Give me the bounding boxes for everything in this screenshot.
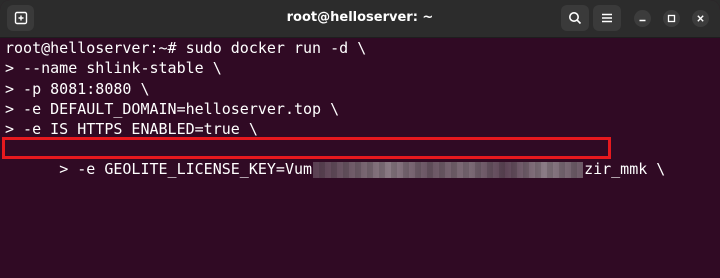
minimize-button[interactable] bbox=[634, 10, 651, 27]
search-icon bbox=[569, 12, 582, 25]
terminal-line: > -e IS_HTTPS_ENABLED=true \ bbox=[5, 120, 258, 138]
maximize-icon bbox=[667, 14, 676, 23]
scrollbar[interactable] bbox=[714, 38, 720, 278]
title-bar: root@helloserver: ~ bbox=[0, 0, 720, 38]
close-button[interactable] bbox=[692, 10, 709, 27]
highlight-box bbox=[2, 137, 611, 159]
menu-button[interactable] bbox=[593, 5, 621, 31]
license-key-suffix: zir_mmk \ bbox=[584, 160, 666, 178]
close-icon bbox=[697, 15, 704, 22]
terminal-line: > -e DEFAULT_DOMAIN=helloserver.top \ bbox=[5, 100, 340, 118]
terminal-line: > -p 8081:8080 \ bbox=[5, 80, 150, 98]
terminal-line: > --name shlink-stable \ bbox=[5, 59, 222, 77]
terminal-output[interactable]: root@helloserver:~# sudo docker run -d \… bbox=[0, 38, 720, 278]
minimize-icon bbox=[639, 19, 646, 22]
terminal-window: root@helloserver: ~ root@helloserver:~# … bbox=[0, 0, 720, 278]
search-button[interactable] bbox=[561, 5, 589, 31]
menu-icon bbox=[602, 13, 612, 23]
redacted-license-key bbox=[313, 161, 584, 178]
maximize-button[interactable] bbox=[663, 10, 680, 27]
terminal-line: root@helloserver:~# sudo docker run -d \ bbox=[5, 39, 367, 57]
license-key-prefix: > -e GEOLITE_LICENSE_KEY=Vum bbox=[59, 160, 313, 178]
